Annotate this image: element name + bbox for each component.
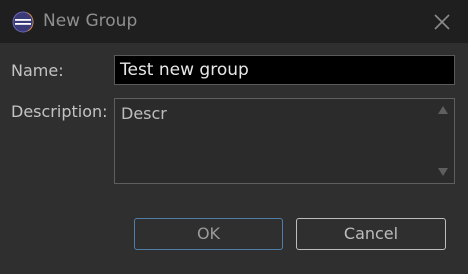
window-title: New Group	[43, 11, 138, 31]
description-scrollbar[interactable]	[432, 99, 454, 183]
description-text: Descr	[121, 104, 167, 123]
close-button[interactable]	[427, 6, 457, 36]
description-textarea[interactable]: Descr	[114, 98, 455, 184]
scroll-up-arrow-icon[interactable]	[437, 105, 449, 115]
eclipse-icon	[12, 11, 34, 33]
scroll-down-arrow-icon[interactable]	[437, 167, 449, 177]
close-icon	[434, 14, 450, 30]
cancel-button[interactable]: Cancel	[296, 218, 446, 250]
title-bar: New Group	[0, 0, 468, 43]
name-input[interactable]: Test new group	[114, 55, 455, 85]
ok-button[interactable]: OK	[134, 218, 283, 250]
name-label: Name:	[11, 61, 64, 80]
description-label: Description:	[11, 102, 108, 121]
